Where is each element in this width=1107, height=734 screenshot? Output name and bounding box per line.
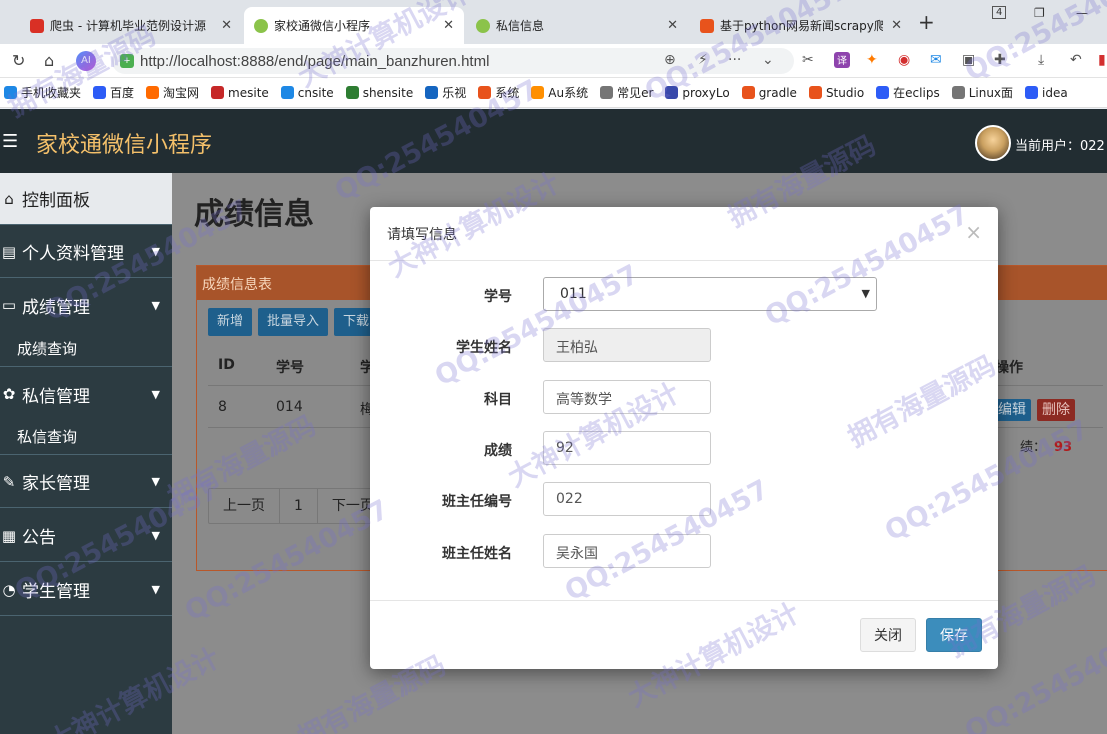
watermark-text: QQ:254540457 <box>960 0 1107 88</box>
watermark-text: 拥有海量源码 <box>943 560 1101 664</box>
watermark-text: 拥有海量源码 <box>843 350 1001 454</box>
watermark-text: QQ:254540457 <box>40 193 254 328</box>
watermark-text: QQ:254540457 <box>760 198 974 333</box>
watermark-text: 拥有海量源码 <box>3 20 161 124</box>
watermark-text: QQ:254540457 <box>960 613 1107 734</box>
watermark-text: QQ:254540457 <box>880 413 1094 548</box>
watermark-text: 拥有海量源码 <box>293 650 451 734</box>
watermark-layer: QQ:254540457 大神计算机设计 QQ:254540457 大神计算机设… <box>0 0 1107 734</box>
watermark-text: 大神计算机设计 <box>383 167 565 284</box>
watermark-text: 大神计算机设计 <box>623 597 805 714</box>
watermark-text: QQ:254540457 <box>180 493 394 628</box>
watermark-text: 大神计算机设计 <box>293 0 475 94</box>
watermark-text: QQ:254540457 <box>330 73 544 208</box>
watermark-text: QQ:254540457 <box>430 258 644 393</box>
watermark-text: 拥有海量源码 <box>723 130 881 234</box>
watermark-text: QQ:254540457 <box>10 473 224 608</box>
watermark-text: QQ:254540457 <box>560 473 774 608</box>
watermark-text: 大神计算机设计 <box>43 642 225 734</box>
watermark-text: 拥有海量源码 <box>163 410 321 514</box>
watermark-text: 大神计算机设计 <box>503 377 685 494</box>
watermark-text: QQ:254540457 <box>640 0 854 108</box>
